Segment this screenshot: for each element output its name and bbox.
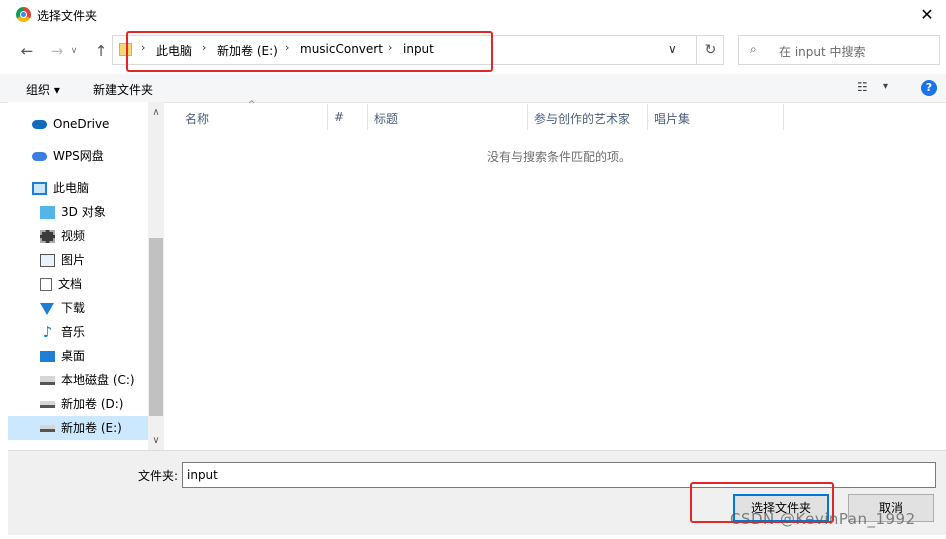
column-header-artists[interactable]: 参与创作的艺术家 bbox=[534, 110, 630, 127]
window-title: 选择文件夹 bbox=[37, 9, 98, 23]
nav-item-label: WPS网盘 bbox=[53, 149, 104, 163]
picture-icon bbox=[40, 254, 55, 267]
folder-label: 文件夹: bbox=[138, 469, 179, 483]
nav-item-drive-c[interactable]: 本地磁盘 (C:) bbox=[40, 369, 135, 391]
nav-item-label: 新加卷 (D:) bbox=[61, 397, 124, 411]
scroll-up-icon[interactable]: ∧ bbox=[148, 107, 164, 118]
column-header-album[interactable]: 唱片集 bbox=[654, 110, 690, 127]
nav-item-this-pc[interactable]: 此电脑 bbox=[32, 177, 89, 199]
column-header-title[interactable]: 标题 bbox=[374, 110, 398, 127]
download-icon bbox=[40, 302, 54, 315]
nav-item-wps[interactable]: WPS网盘 bbox=[32, 145, 104, 167]
window-left-edge bbox=[0, 30, 8, 539]
nav-item-label: 音乐 bbox=[61, 325, 86, 339]
up-button[interactable]: ↑ bbox=[90, 40, 112, 62]
nav-item-label: 下载 bbox=[61, 301, 86, 315]
nav-item-pictures[interactable]: 图片 bbox=[40, 249, 85, 271]
cloud-icon bbox=[32, 120, 47, 129]
nav-item-drive-d[interactable]: 新加卷 (D:) bbox=[40, 393, 123, 415]
film-icon bbox=[40, 230, 55, 243]
help-icon[interactable]: ? bbox=[921, 80, 937, 96]
nav-item-music[interactable]: ♪ 音乐 bbox=[40, 321, 85, 343]
nav-item-label: 本地磁盘 (C:) bbox=[61, 373, 135, 387]
watermark: CSDN @KevinPan_1992 bbox=[730, 510, 916, 528]
drive-icon bbox=[40, 401, 55, 408]
column-divider[interactable] bbox=[527, 104, 528, 130]
new-folder-button[interactable]: 新建文件夹 bbox=[93, 81, 153, 98]
view-options-icon[interactable]: ☷ bbox=[857, 80, 868, 94]
document-icon bbox=[40, 278, 52, 291]
nav-item-label: 视频 bbox=[61, 229, 86, 243]
nav-item-documents[interactable]: 文档 bbox=[40, 273, 82, 295]
column-header-number[interactable]: # bbox=[334, 110, 344, 124]
nav-item-3d-objects[interactable]: 3D 对象 bbox=[40, 201, 106, 223]
title-bar bbox=[0, 0, 946, 30]
recent-locations-dropdown[interactable]: ∨ bbox=[68, 40, 80, 62]
column-divider[interactable] bbox=[647, 104, 648, 130]
nav-item-downloads[interactable]: 下载 bbox=[40, 297, 85, 319]
nav-item-label: OneDrive bbox=[53, 117, 110, 131]
chrome-icon bbox=[16, 7, 31, 22]
organize-menu[interactable]: 组织 ▾ bbox=[26, 81, 60, 98]
scroll-down-icon[interactable]: ∨ bbox=[148, 435, 164, 446]
back-button[interactable]: ← bbox=[16, 40, 38, 62]
close-button[interactable]: ✕ bbox=[914, 4, 940, 26]
nav-item-label: 图片 bbox=[61, 253, 86, 267]
drive-icon bbox=[40, 376, 55, 385]
column-header-name[interactable]: 名称 bbox=[185, 110, 209, 127]
sidebar-scrollbar-thumb[interactable] bbox=[149, 238, 163, 416]
nav-item-videos[interactable]: 视频 bbox=[40, 225, 85, 247]
cube-icon bbox=[40, 206, 55, 219]
highlight-box-address bbox=[126, 31, 493, 72]
refresh-button[interactable]: ↻ bbox=[696, 36, 724, 64]
forward-button[interactable]: → bbox=[46, 40, 68, 62]
nav-item-label: 文档 bbox=[58, 277, 83, 291]
computer-icon bbox=[32, 182, 47, 195]
empty-results-message: 没有与搜索条件匹配的项。 bbox=[487, 150, 632, 164]
view-dropdown-icon[interactable]: ▾ bbox=[883, 81, 888, 92]
search-placeholder[interactable]: 在 input 中搜索 bbox=[779, 43, 866, 60]
column-divider[interactable] bbox=[367, 104, 368, 130]
nav-item-label: 桌面 bbox=[61, 349, 86, 363]
nav-item-label: 此电脑 bbox=[53, 181, 90, 195]
drive-icon bbox=[40, 425, 55, 432]
desktop-icon bbox=[40, 351, 55, 362]
sort-ascending-icon: ^ bbox=[248, 100, 256, 110]
cloud-icon bbox=[32, 152, 47, 161]
column-divider[interactable] bbox=[783, 104, 784, 130]
nav-item-onedrive[interactable]: OneDrive bbox=[32, 113, 109, 135]
nav-item-drive-e[interactable]: 新加卷 (E:) bbox=[40, 417, 122, 439]
nav-item-label: 新加卷 (E:) bbox=[61, 421, 122, 435]
music-icon: ♪ bbox=[42, 323, 53, 341]
nav-item-desktop[interactable]: 桌面 bbox=[40, 345, 85, 367]
search-icon: ⌕ bbox=[750, 42, 757, 56]
column-divider[interactable] bbox=[327, 104, 328, 130]
address-dropdown-icon[interactable]: ∨ bbox=[668, 42, 677, 56]
nav-item-label: 3D 对象 bbox=[61, 205, 106, 219]
